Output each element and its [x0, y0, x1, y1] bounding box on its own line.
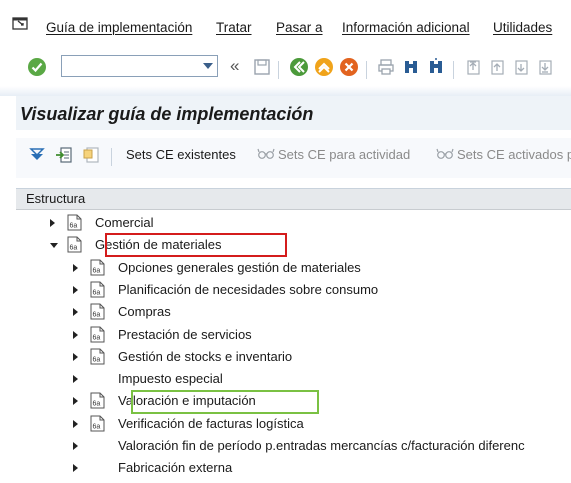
svg-text:6a: 6a — [93, 312, 101, 319]
tree-row-label[interactable]: Prestación de servicios — [118, 327, 252, 342]
collapsed-node-icon[interactable] — [73, 352, 78, 361]
next-page-icon[interactable] — [510, 56, 532, 78]
collapsed-node-icon[interactable] — [73, 397, 78, 406]
collapsed-node-icon[interactable] — [73, 330, 78, 339]
chevron-down-icon[interactable] — [203, 63, 213, 69]
enter-icon[interactable] — [26, 56, 48, 78]
history-back-icon[interactable]: « — [230, 56, 239, 76]
tree-row-label[interactable]: Gestión de materiales — [95, 237, 221, 252]
exit-icon[interactable] — [313, 56, 335, 78]
tree-row[interactable]: 6a Comercial — [0, 212, 571, 234]
svg-text:6a: 6a — [93, 423, 101, 430]
menu-toggle-icon[interactable] — [12, 16, 30, 32]
tree-row[interactable]: Fabricación externa — [0, 457, 571, 479]
tree-row-label[interactable]: Valoración e imputación — [118, 393, 256, 408]
svg-text:6a: 6a — [93, 356, 101, 363]
sets-ce-activados-label: Sets CE activados p — [457, 147, 571, 162]
glasses-icon — [436, 148, 454, 163]
toolbar-separator — [278, 61, 279, 79]
first-page-icon[interactable] — [462, 56, 484, 78]
find-next-icon[interactable] — [425, 56, 447, 78]
documentation-icon[interactable]: 6a — [90, 392, 105, 409]
tree-row-label[interactable]: Compras — [118, 304, 171, 319]
menu-informacion-adicional[interactable]: Información adicional — [342, 20, 470, 35]
menu-bar: Guía de implementación Tratar Pasar a In… — [0, 0, 571, 50]
tree-row-label[interactable]: Gestión de stocks e inventario — [118, 349, 292, 364]
find-icon[interactable] — [400, 56, 422, 78]
collapsed-node-icon[interactable] — [73, 285, 78, 294]
previous-page-icon[interactable] — [486, 56, 508, 78]
svg-text:6a: 6a — [93, 267, 101, 274]
collapsed-node-icon[interactable] — [50, 219, 55, 227]
tree-row-label[interactable]: Valoración fin de período p.entradas mer… — [118, 438, 525, 453]
collapsed-node-icon[interactable] — [73, 263, 78, 272]
svg-text:6a: 6a — [70, 223, 78, 230]
expanded-node-icon[interactable] — [50, 243, 58, 249]
clipboard-icon[interactable] — [80, 144, 102, 166]
tree-row-label[interactable]: Fabricación externa — [118, 460, 232, 475]
command-field[interactable] — [61, 55, 218, 77]
collapsed-node-icon[interactable] — [73, 375, 78, 384]
tree-row[interactable]: 6a Gestión de materiales — [0, 234, 571, 256]
page-title: Visualizar guía de implementación — [20, 104, 314, 124]
tree-row[interactable]: 6a Compras — [0, 301, 571, 323]
collapsed-node-icon[interactable] — [73, 442, 78, 450]
tree-row-label[interactable]: Comercial — [95, 215, 154, 230]
command-input[interactable] — [64, 57, 194, 75]
print-icon[interactable] — [375, 56, 397, 78]
tree-row[interactable]: Impuesto especial — [0, 368, 571, 390]
tree-column-header: Estructura — [16, 189, 571, 210]
expand-subtree-icon[interactable] — [26, 144, 48, 166]
svg-text:6a: 6a — [70, 245, 78, 252]
collapsed-node-icon[interactable] — [73, 464, 78, 473]
tree-row[interactable]: 6a Valoración e imputación — [0, 390, 571, 412]
tree-row[interactable]: 6a Opciones generales gestión de material… — [0, 257, 571, 279]
menu-pasar-a[interactable]: Pasar a — [276, 20, 323, 35]
svg-text:6a: 6a — [93, 289, 101, 296]
menu-tratar[interactable]: Tratar — [216, 20, 252, 35]
sets-ce-para-actividad-label: Sets CE para actividad — [278, 147, 411, 162]
toolbar-separator — [366, 61, 367, 79]
tree-row-label[interactable]: Planificación de necesidades sobre consu… — [118, 282, 378, 297]
toolbar-separator — [453, 61, 454, 79]
tree-row-label[interactable]: Opciones generales gestión de materiales — [118, 260, 361, 275]
sets-ce-para-actividad-button[interactable]: Sets CE para actividad — [257, 147, 410, 163]
toolbar-separator — [111, 148, 112, 166]
documentation-icon[interactable]: 6a — [90, 348, 105, 365]
documentation-icon[interactable]: 6a — [67, 214, 82, 231]
svg-text:6a: 6a — [93, 334, 101, 341]
collapsed-node-icon[interactable] — [73, 419, 78, 428]
sets-ce-activados-button[interactable]: Sets CE activados p — [436, 147, 571, 163]
tree-row[interactable]: 6a Verificación de facturas logística — [0, 413, 571, 435]
last-page-icon[interactable] — [534, 56, 556, 78]
documentation-icon[interactable]: 6a — [90, 415, 105, 432]
header-gradient-strip — [0, 86, 571, 96]
tree-row-label[interactable]: Impuesto especial — [118, 371, 223, 386]
tree-header-label: Estructura — [26, 191, 86, 206]
documentation-icon[interactable]: 6a — [90, 303, 105, 320]
tree-row[interactable]: 6a Planificación de necesidades sobre con… — [0, 279, 571, 301]
tree-row[interactable]: 6a Prestación de servicios — [0, 324, 571, 346]
svg-text:6a: 6a — [93, 401, 101, 408]
tree-row[interactable]: Valoración fin de período p.entradas mer… — [0, 435, 571, 457]
documentation-icon[interactable]: 6a — [90, 326, 105, 343]
glasses-icon — [257, 148, 275, 163]
save-icon[interactable] — [251, 56, 273, 78]
position-icon[interactable] — [53, 144, 75, 166]
sets-ce-existentes-button[interactable]: Sets CE existentes — [126, 147, 236, 162]
documentation-icon[interactable]: 6a — [67, 236, 82, 253]
menu-utilidades[interactable]: Utilidades — [493, 20, 552, 35]
back-icon[interactable] — [288, 56, 310, 78]
cancel-icon[interactable] — [338, 56, 360, 78]
tree-row[interactable]: 6a Gestión de stocks e inventario — [0, 346, 571, 368]
documentation-icon[interactable]: 6a — [90, 281, 105, 298]
collapsed-node-icon[interactable] — [73, 308, 78, 317]
tree-row-label[interactable]: Verificación de facturas logística — [118, 416, 304, 431]
menu-guia-implementacion[interactable]: Guía de implementación — [46, 20, 192, 35]
documentation-icon[interactable]: 6a — [90, 259, 105, 276]
